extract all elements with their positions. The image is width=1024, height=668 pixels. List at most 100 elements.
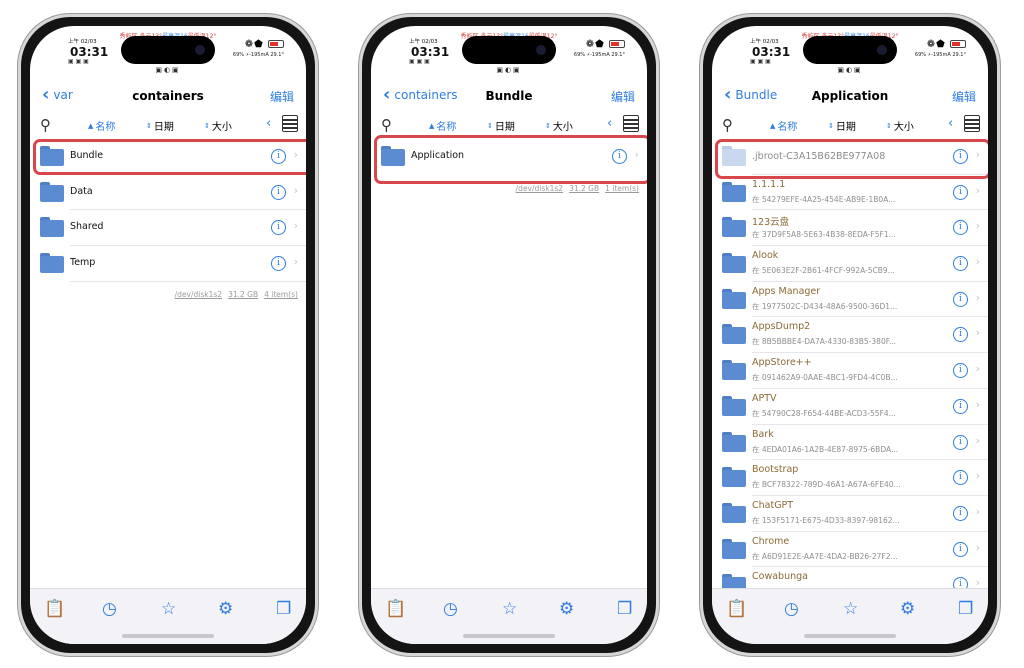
info-icon[interactable]: i [953,291,968,307]
edit-button[interactable]: 编辑 [611,88,635,105]
search-icon[interactable]: ⚲ [722,116,733,134]
location-icon: ⬟ [254,39,264,50]
clock-icon[interactable]: ◷ [102,599,117,619]
clipboard-icon[interactable]: 📋 [385,599,406,619]
clipboard-icon[interactable]: 📋 [44,599,65,619]
edit-button[interactable]: 编辑 [952,88,976,105]
home-indicator[interactable] [804,634,896,638]
info-icon[interactable]: i [271,220,286,236]
edit-button[interactable]: 编辑 [270,88,294,105]
chevron-right-icon: › [975,219,980,233]
chevron-left-icon[interactable]: ‹ [607,116,612,131]
info-icon[interactable]: i [953,149,968,164]
search-icon[interactable]: ⚲ [40,116,51,134]
star-icon[interactable]: ☆ [502,599,517,619]
windows-icon[interactable]: ❐ [276,599,291,619]
info-icon[interactable]: i [953,505,968,521]
info-icon[interactable]: i [953,363,968,379]
info-icon[interactable]: i [953,327,968,343]
page-title: Application [811,89,889,103]
chevron-left-icon[interactable]: ‹ [266,116,271,131]
phone-frame: 秀屿区 多云13°最高温16最低温12° 上午 02/03 03:31 ▣ ▣ … [700,14,1000,656]
folder-icon [722,181,746,202]
list-item[interactable]: AppsDump2 在 8B5BBBE4-DA7A-4330-83B5-380F… [712,317,988,354]
windows-icon[interactable]: ❐ [617,599,632,619]
list-item[interactable]: Bootstrap 在 BCF78322-789D-46A1-A67A-6FE4… [712,460,988,496]
chevron-left-icon[interactable]: ‹ [948,116,953,131]
location-icon: ⬟ [936,39,946,50]
sort-by-size[interactable]: ⇕ 大小 [545,118,573,134]
phone-frame: 秀屿区 多云13°最高温16最低温12° 上午 02/03 03:31 ▣ ▣ … [18,14,318,656]
home-indicator[interactable] [122,634,214,638]
list-item[interactable]: Apps Manager 在 1977502C-D434-48A6-9500-3… [712,282,988,318]
info-icon[interactable]: i [953,541,968,557]
folder-icon [722,253,746,274]
info-icon[interactable]: i [953,256,968,272]
list-item[interactable]: AppStore++ 在 091462A9-0AAE-4BC1-9FD4-4C0… [712,353,988,389]
grid-view-icon[interactable] [623,115,639,132]
list-item[interactable]: Bark 在 4EDA01A6-1A2B-4E87-8975-6BDA... i… [712,425,988,461]
windows-icon[interactable]: ❐ [958,599,973,619]
folder-icon [722,431,746,452]
folder-icon [722,217,746,238]
info-icon[interactable]: i [612,149,627,164]
gear-icon[interactable]: ⚙ [218,599,233,619]
chevron-right-icon: › [975,397,980,411]
home-indicator[interactable] [463,634,555,638]
sort-toggle-icon: ⇕ [886,121,892,130]
sort-by-size[interactable]: ⇕ 大小 [886,118,914,134]
disk-footer: /dev/disk1s2 31.2 GB 1 item(s) [515,184,639,193]
folder-icon [40,146,64,166]
sort-bar: ⚲ ▲ 名称 ⇕ 日期 ⇕ 大小 ‹ [371,114,647,136]
star-icon[interactable]: ☆ [843,599,858,619]
battery-icon [950,40,966,48]
sort-by-name[interactable]: ▲ 名称 [88,118,115,134]
sort-toggle-icon: ⇕ [828,121,834,130]
phone-frame: 秀屿区 多云13°最高温16最低温12° 上午 02/03 03:31 ▣ ▣ … [359,14,659,656]
list-item[interactable]: Bundle i › [30,139,306,175]
grid-view-icon[interactable] [282,115,298,132]
sort-by-name[interactable]: ▲ 名称 [429,118,456,134]
list-item[interactable]: Alook 在 5E063E2F-2B61-4FCF-992A-5CB9... … [712,246,988,282]
info-icon[interactable]: i [953,434,968,450]
info-icon[interactable]: i [953,470,968,486]
sort-by-date[interactable]: ⇕ 日期 [487,118,515,134]
dynamic-island [462,36,556,64]
clipboard-icon[interactable]: 📋 [726,599,747,619]
gear-icon[interactable]: ⚙ [900,599,915,619]
list-item[interactable]: 123云盘 在 37D9F5A8-5E63-4B38-8EDA-F5F1... … [712,210,988,247]
status-right: ❁⬟ 69% ⚡-195mA 29.1° [232,39,284,58]
clock-icon[interactable]: ◷ [443,599,458,619]
info-icon[interactable]: i [953,220,968,236]
list-item[interactable]: .jbroot-C3A15B62BE977A08 i › [712,139,988,175]
network-icon: ❁ [244,39,255,50]
info-icon[interactable]: i [271,256,286,272]
list-item[interactable]: Application i › [371,139,647,175]
sort-by-date[interactable]: ⇕ 日期 [828,118,856,134]
list-item[interactable]: Shared i › [30,210,306,247]
folder-icon [722,538,746,559]
folder-icon [722,502,746,523]
info-icon[interactable]: i [953,398,968,414]
gear-icon[interactable]: ⚙ [559,599,574,619]
grid-view-icon[interactable] [964,115,980,132]
chevron-right-icon: › [293,183,298,197]
sort-by-date[interactable]: ⇕ 日期 [146,118,174,134]
list-item[interactable]: Temp i › [30,246,306,282]
clock-icon[interactable]: ◷ [784,599,799,619]
star-icon[interactable]: ☆ [161,599,176,619]
list-item[interactable]: ChatGPT 在 153F5171-E675-4D33-8397-98162.… [712,496,988,532]
info-icon[interactable]: i [953,184,968,200]
search-icon[interactable]: ⚲ [381,116,392,134]
list-item[interactable]: Chrome 在 A6D91E2E-AA7E-4DA2-BB26-27F2...… [712,532,988,568]
sort-by-name[interactable]: ▲ 名称 [770,118,797,134]
folder-icon [722,324,746,345]
info-icon[interactable]: i [271,184,286,200]
info-icon[interactable]: i [271,149,286,164]
sort-by-size[interactable]: ⇕ 大小 [204,118,232,134]
list-item[interactable]: Data i › [30,175,306,211]
list-item[interactable]: 1.1.1.1 在 54279EFE-4A25-454E-AB9E-1B0A..… [712,175,988,211]
network-icon: ❁ [926,39,937,50]
list-item[interactable]: APTV 在 54790C28-F654-44BE-ACD3-55F4... i… [712,389,988,425]
folder-icon [722,395,746,416]
